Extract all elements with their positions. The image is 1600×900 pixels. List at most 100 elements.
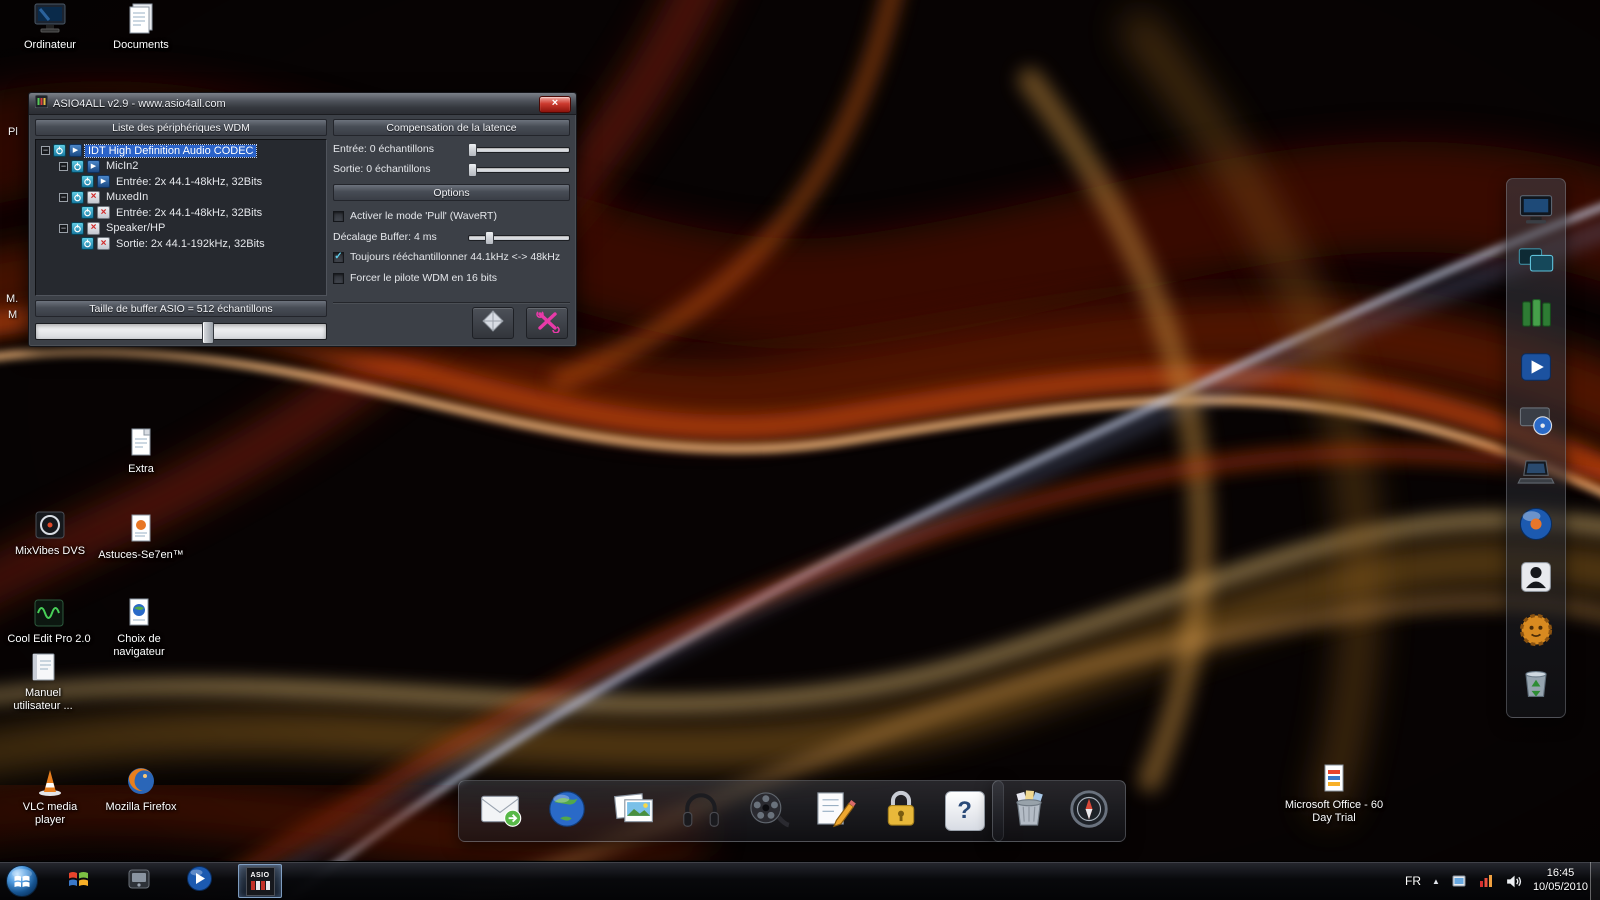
dock-item-pictures[interactable] (611, 786, 657, 837)
desktop-icon-firefox[interactable]: Mozilla Firefox (99, 764, 183, 814)
desktop-icon-manuel-utilisateur[interactable]: Manuel utilisateur ... (1, 650, 85, 713)
media-device-icon (126, 866, 152, 897)
dock-item-disc-drive[interactable] (1516, 399, 1556, 444)
desktop-icon-ordinateur[interactable]: Ordinateur (8, 2, 92, 52)
device-power-icon[interactable] (71, 222, 84, 235)
device-power-icon[interactable] (81, 237, 94, 250)
unavailable-icon: × (87, 191, 100, 204)
tree-item-label[interactable]: IDT High Definition Audio CODEC (85, 145, 256, 157)
tree-item-format[interactable]: × Entrée: 2x 44.1-48kHz, 32Bits (38, 205, 324, 221)
language-indicator[interactable]: FR (1405, 874, 1421, 888)
partial-icon-label[interactable]: M. (6, 293, 18, 305)
device-power-icon[interactable] (81, 175, 94, 188)
dock-item-recycle-bin-full[interactable] (1006, 786, 1052, 837)
tray-activity-icon[interactable] (1478, 873, 1494, 889)
dock-item-lock[interactable] (878, 786, 924, 837)
partial-icon-label[interactable]: M (8, 309, 17, 321)
dock-item-mail[interactable] (477, 786, 523, 837)
desktop-icon-vlc[interactable]: VLC media player (8, 764, 92, 827)
output-latency-slider[interactable] (468, 163, 570, 175)
collapse-icon[interactable]: − (59, 224, 68, 233)
dock-item-dual-screens[interactable] (1516, 241, 1556, 286)
desktop-icon-choix-navigateur[interactable]: Choix de navigateur (97, 596, 181, 659)
checkbox-unchecked[interactable] (333, 273, 344, 284)
dock-item-compass[interactable] (1066, 786, 1112, 837)
asio-buffer-size-slider[interactable] (35, 323, 327, 340)
tree-item-label[interactable]: Sortie: 2x 44.1-192kHz, 32Bits (113, 238, 268, 250)
option-resample[interactable]: ✓ Toujours rééchantillonner 44.1kHz <-> … (333, 249, 570, 265)
desktop-icon-cool-edit-pro[interactable]: Cool Edit Pro 2.0 (2, 596, 96, 646)
dock-item-media-orb[interactable] (1516, 504, 1556, 549)
tree-item-label[interactable]: MuxedIn (103, 191, 151, 203)
tree-item-label[interactable]: Speaker/HP (103, 222, 168, 234)
slider-handle[interactable] (468, 163, 477, 177)
slider-handle[interactable] (468, 143, 477, 157)
window-titlebar[interactable]: ASIO4ALL v2.9 - www.asio4all.com × (29, 93, 576, 115)
desktop-icon-extra[interactable]: Extra (99, 426, 183, 476)
dock-item-video-player[interactable] (1516, 347, 1556, 392)
volume-icon[interactable] (1505, 873, 1522, 890)
advanced-options-button[interactable] (526, 307, 568, 339)
input-latency-slider[interactable] (468, 143, 570, 155)
taskbar-button-player[interactable] (178, 865, 220, 897)
dock-item-movies[interactable] (744, 786, 790, 837)
slider-track[interactable] (35, 323, 327, 340)
notes-icon (811, 786, 857, 837)
tray-expand-chevron-icon[interactable]: ▲ (1432, 877, 1440, 886)
tree-item-device[interactable]: − ▶ MicIn2 (38, 159, 324, 175)
collapse-icon[interactable]: − (59, 193, 68, 202)
slider-track[interactable] (468, 147, 570, 153)
dock-item-games[interactable] (1516, 610, 1556, 655)
taskbar-button-media-device[interactable] (118, 865, 160, 897)
dock-item-recycle-bin[interactable] (1516, 662, 1556, 707)
taskbar-button-asio4all[interactable]: ASIO (238, 864, 282, 898)
dock-item-profile[interactable] (1516, 557, 1556, 602)
tree-item-device[interactable]: − × MuxedIn (38, 190, 324, 206)
show-desktop-button[interactable] (1590, 862, 1600, 900)
tree-item-label[interactable]: Entrée: 2x 44.1-48kHz, 32Bits (113, 207, 265, 219)
collapse-icon[interactable]: − (59, 162, 68, 171)
option-force-16bit[interactable]: Forcer le pilote WDM en 16 bits (333, 270, 570, 286)
tree-item-device[interactable]: − × Speaker/HP (38, 221, 324, 237)
tree-item-device[interactable]: − ▶ IDT High Definition Audio CODEC (38, 143, 324, 159)
tree-item-format[interactable]: × Sortie: 2x 44.1-192kHz, 32Bits (38, 236, 324, 252)
slider-handle[interactable] (202, 321, 214, 344)
device-list-header: Liste des périphériques WDM (35, 119, 327, 136)
partial-icon-label[interactable]: Pl (8, 126, 18, 138)
dock-item-headphones[interactable] (678, 786, 724, 837)
dock-item-laptop[interactable] (1516, 452, 1556, 497)
desktop-icon-documents[interactable]: Documents (99, 2, 183, 52)
start-button[interactable] (4, 863, 40, 899)
dock-item-library[interactable] (1516, 294, 1556, 339)
device-power-icon[interactable] (71, 160, 84, 173)
dock-item-help[interactable]: ? (945, 791, 985, 831)
option-pull-mode[interactable]: Activer le mode 'Pull' (WaveRT) (333, 208, 570, 224)
dock-item-notes[interactable] (811, 786, 857, 837)
dock-item-display[interactable] (1516, 189, 1556, 234)
slider-track[interactable] (468, 167, 570, 173)
close-button[interactable]: × (539, 96, 571, 113)
checkbox-unchecked[interactable] (333, 211, 344, 222)
unavailable-icon: × (87, 222, 100, 235)
desktop-icon-mixvibes-dvs[interactable]: MixVibes DVS (8, 508, 92, 558)
clock[interactable]: 16:45 10/05/2010 (1533, 867, 1588, 895)
checkbox-checked[interactable]: ✓ (333, 252, 344, 263)
desktop-icon-astuces-se7en[interactable]: Astuces-Se7en™ (95, 512, 187, 562)
tree-item-label[interactable]: MicIn2 (103, 160, 141, 172)
about-logo-button[interactable] (472, 307, 514, 339)
desktop-icon-ms-office[interactable]: Microsoft Office - 60 Day Trial (1274, 762, 1394, 825)
asio-wordmark: ASIO (250, 872, 269, 879)
slider-handle[interactable] (485, 231, 494, 245)
games-icon (1516, 610, 1556, 655)
device-power-icon[interactable] (81, 206, 94, 219)
dock-item-browser-globe[interactable] (544, 786, 590, 837)
taskbar-button-windows[interactable] (58, 865, 100, 897)
device-power-icon[interactable] (53, 144, 66, 157)
tray-window-icon[interactable] (1451, 873, 1467, 889)
device-power-icon[interactable] (71, 191, 84, 204)
buffer-offset-slider[interactable] (468, 231, 570, 243)
slider-track[interactable] (468, 235, 570, 241)
tree-item-format[interactable]: ▶ Entrée: 2x 44.1-48kHz, 32Bits (38, 174, 324, 190)
tree-item-label[interactable]: Entrée: 2x 44.1-48kHz, 32Bits (113, 176, 265, 188)
collapse-icon[interactable]: − (41, 146, 50, 155)
